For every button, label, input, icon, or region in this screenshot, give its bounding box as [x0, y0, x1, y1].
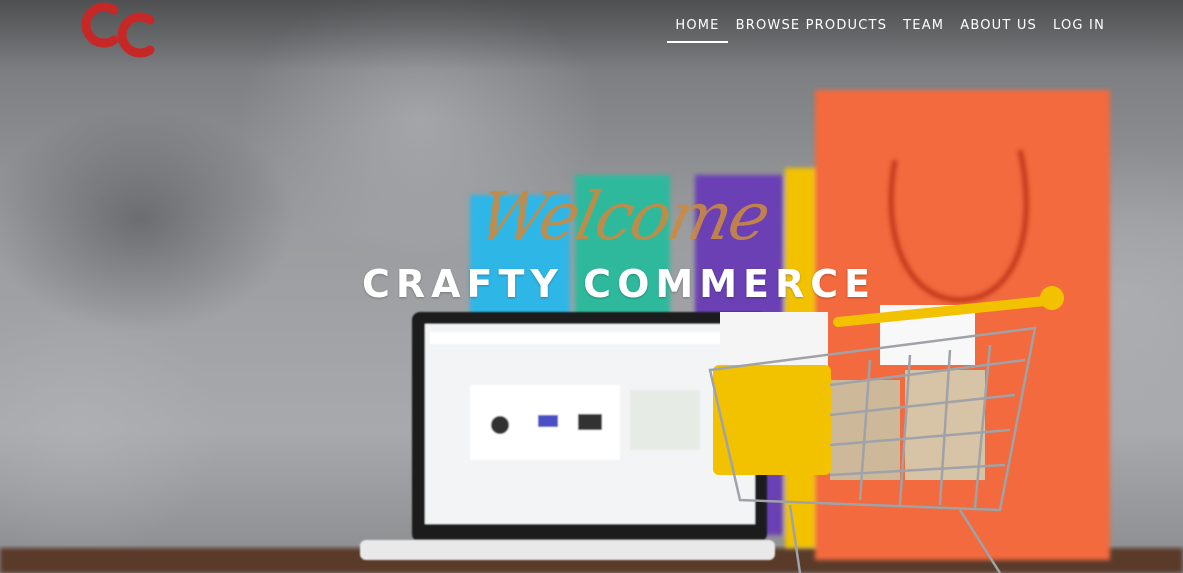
laptop [360, 312, 775, 560]
hero-title: CRAFTY COMMERCE [362, 262, 877, 306]
nav-log-in[interactable]: LOG IN [1045, 16, 1113, 43]
nav-browse-products[interactable]: BROWSE PRODUCTS [728, 16, 896, 43]
nav-team[interactable]: TEAM [895, 16, 952, 43]
welcome-script-text: Welcome [471, 178, 776, 255]
nav-home[interactable]: HOME [667, 16, 728, 43]
main-navigation: HOME BROWSE PRODUCTS TEAM ABOUT US LOG I… [667, 16, 1113, 43]
nav-about-us[interactable]: ABOUT US [952, 16, 1045, 43]
crafty-commerce-logo-icon[interactable] [76, 0, 158, 58]
